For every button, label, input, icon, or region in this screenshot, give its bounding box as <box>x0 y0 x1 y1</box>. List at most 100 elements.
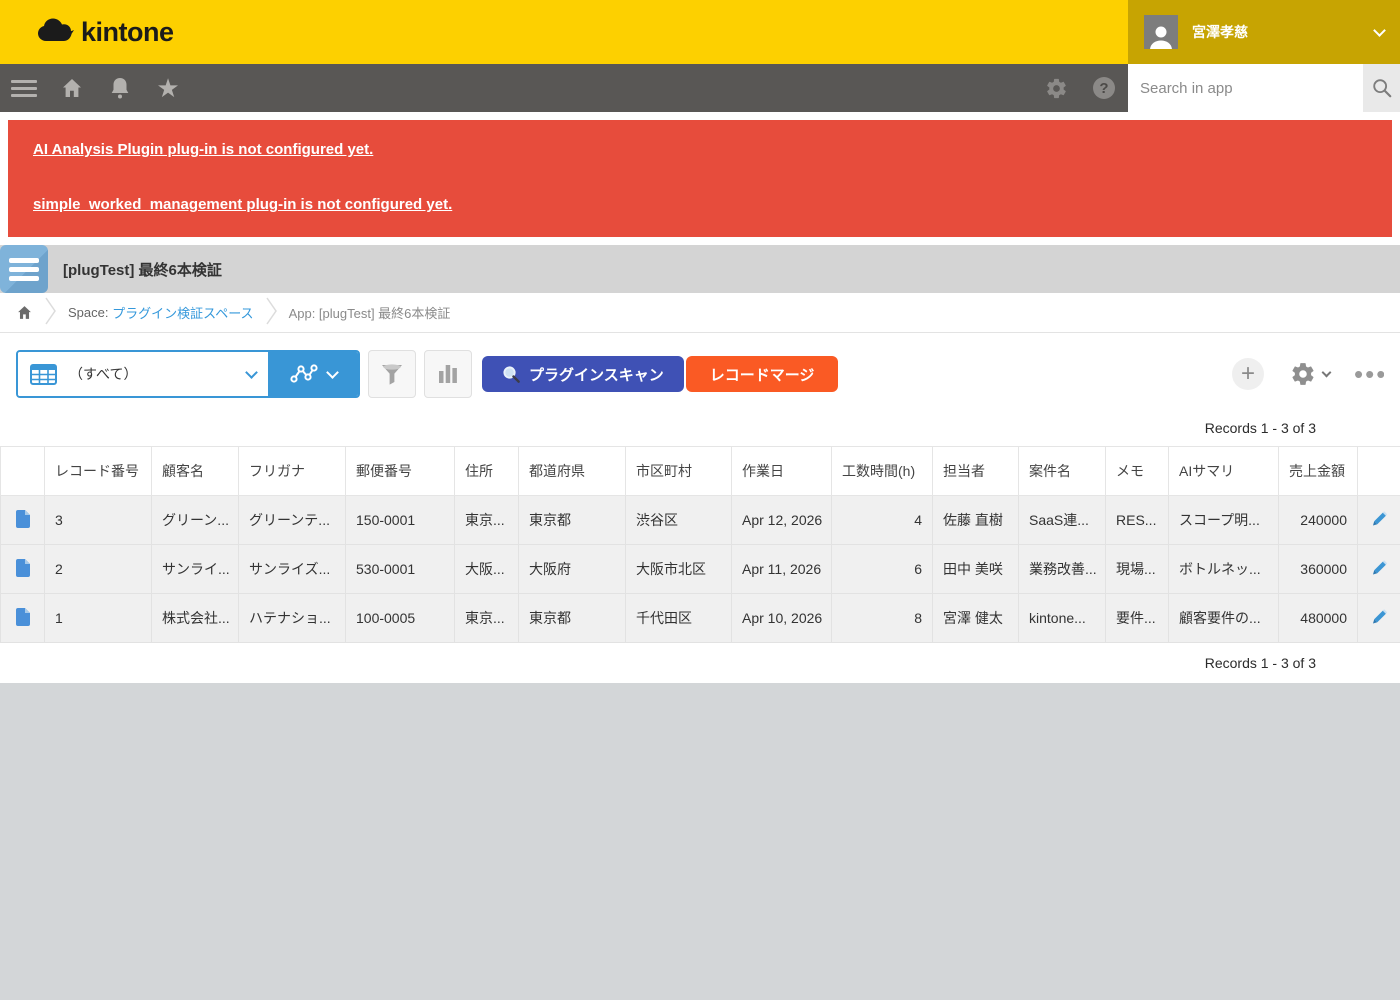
records-count-top: Records 1 - 3 of 3 <box>0 420 1400 436</box>
app-title: [plugTest] 最終6本検証 <box>63 259 222 280</box>
column-header[interactable]: 郵便番号 <box>346 447 455 496</box>
help-button[interactable]: ? <box>1080 64 1128 112</box>
home-button[interactable] <box>48 64 96 112</box>
column-header[interactable]: 市区町村 <box>626 447 732 496</box>
column-header[interactable]: 担当者 <box>933 447 1019 496</box>
cell-sales: 240000 <box>1279 496 1358 545</box>
cell-memo: 要件... <box>1106 594 1169 643</box>
column-header[interactable]: 作業日 <box>732 447 832 496</box>
cell-ai-summary: 顧客要件の... <box>1169 594 1279 643</box>
breadcrumb-space-link[interactable]: プラグイン検証スペース <box>112 303 253 322</box>
plugin-alert-banner: AI Analysis Plugin plug-in is not config… <box>8 120 1392 237</box>
add-record-button[interactable]: + <box>1232 358 1264 390</box>
column-header[interactable]: フリガナ <box>239 447 346 496</box>
cell-address: 大阪... <box>455 545 519 594</box>
cell-sales: 480000 <box>1279 594 1358 643</box>
line-graph-icon <box>289 363 319 385</box>
column-header[interactable]: 顧客名 <box>152 447 239 496</box>
cell-work-date: Apr 11, 2026 <box>732 545 832 594</box>
cell-sales: 360000 <box>1279 545 1358 594</box>
chart-button[interactable] <box>424 350 472 398</box>
app-header: [plugTest] 最終6本検証 <box>0 245 1400 293</box>
cell-city: 大阪市北区 <box>626 545 732 594</box>
column-header[interactable]: 工数時間(h) <box>832 447 933 496</box>
plugin-scan-button[interactable]: プラグインスキャン <box>482 356 684 392</box>
cell-project: kintone... <box>1019 594 1106 643</box>
graph-view-button[interactable] <box>268 352 358 396</box>
user-name: 宮澤孝慈 <box>1192 22 1248 42</box>
records-count-bottom: Records 1 - 3 of 3 <box>0 643 1400 683</box>
view-selector-dropdown[interactable]: （すべて） <box>18 352 268 396</box>
cell-customer: 株式会社... <box>152 594 239 643</box>
column-header-edit-spacer <box>1358 447 1400 496</box>
cell-record-no: 1 <box>45 594 152 643</box>
cell-zip: 530-0001 <box>346 545 455 594</box>
column-header[interactable]: 売上金額 <box>1279 447 1358 496</box>
chevron-down-icon <box>326 366 339 379</box>
pencil-icon <box>1370 558 1389 577</box>
edit-record-button[interactable] <box>1358 496 1400 545</box>
app-settings-button[interactable] <box>1290 361 1330 387</box>
chevron-down-icon <box>1373 24 1386 37</box>
table-row: 2サンライ...サンライズ...530-0001大阪...大阪府大阪市北区Apr… <box>1 545 1400 594</box>
cell-city: 渋谷区 <box>626 496 732 545</box>
breadcrumb-home-button[interactable] <box>16 304 33 321</box>
hamburger-menu-button[interactable] <box>0 64 48 112</box>
column-header[interactable]: AIサマリ <box>1169 447 1279 496</box>
column-header[interactable]: 都道府県 <box>519 447 626 496</box>
search-button[interactable] <box>1363 64 1400 112</box>
cell-person: 佐藤 直樹 <box>933 496 1019 545</box>
cell-pref: 東京都 <box>519 496 626 545</box>
record-merge-button[interactable]: レコードマージ <box>686 356 839 392</box>
cell-ai-summary: スコープ明... <box>1169 496 1279 545</box>
open-record-button[interactable] <box>1 594 45 643</box>
more-options-button[interactable]: ••• <box>1354 364 1384 384</box>
bar-chart-icon <box>437 363 459 385</box>
edit-record-button[interactable] <box>1358 594 1400 643</box>
table-grid-icon <box>30 364 57 385</box>
favorites-button[interactable]: ★ <box>144 64 192 112</box>
filter-button[interactable] <box>368 350 416 398</box>
breadcrumb-separator-icon <box>266 296 277 329</box>
column-header[interactable]: レコード番号 <box>45 447 152 496</box>
cell-record-no: 2 <box>45 545 152 594</box>
top-header-bar: kintone 宮澤孝慈 <box>0 0 1400 64</box>
cell-zip: 100-0005 <box>346 594 455 643</box>
breadcrumb-app-crumb: App: [plugTest] 最終6本検証 <box>289 303 451 322</box>
notifications-button[interactable] <box>96 64 144 112</box>
chevron-down-icon <box>245 366 258 379</box>
table-row: 1株式会社...ハテナショ...100-0005東京...東京都千代田区Apr … <box>1 594 1400 643</box>
home-icon <box>16 304 33 321</box>
column-header[interactable]: 案件名 <box>1019 447 1106 496</box>
records-table: レコード番号顧客名フリガナ郵便番号住所都道府県市区町村作業日工数時間(h)担当者… <box>0 446 1400 643</box>
alert-link-ai-analysis[interactable]: AI Analysis Plugin plug-in is not config… <box>33 141 1367 158</box>
view-selector-group: （すべて） <box>16 350 360 398</box>
document-icon <box>16 608 30 626</box>
column-header[interactable]: 住所 <box>455 447 519 496</box>
global-nav-bar: ★ ? <box>0 64 1400 112</box>
cell-furigana: サンライズ... <box>239 545 346 594</box>
settings-button[interactable] <box>1032 64 1080 112</box>
cell-work-date: Apr 10, 2026 <box>732 594 832 643</box>
alert-link-simple-worked-management[interactable]: simple_worked_management plug-in is not … <box>33 196 1367 213</box>
cell-hours: 6 <box>832 545 933 594</box>
open-record-button[interactable] <box>1 545 45 594</box>
breadcrumb-separator-icon <box>45 296 56 329</box>
table-header-row: レコード番号顧客名フリガナ郵便番号住所都道府県市区町村作業日工数時間(h)担当者… <box>1 447 1400 496</box>
cell-furigana: グリーンテ... <box>239 496 346 545</box>
cell-hours: 4 <box>832 496 933 545</box>
edit-record-button[interactable] <box>1358 545 1400 594</box>
user-menu[interactable]: 宮澤孝慈 <box>1128 0 1400 64</box>
open-record-button[interactable] <box>1 496 45 545</box>
kintone-logo[interactable]: kintone <box>36 0 174 64</box>
search-input[interactable] <box>1128 64 1363 112</box>
cell-project: SaaS連... <box>1019 496 1106 545</box>
cell-address: 東京... <box>455 496 519 545</box>
pencil-icon <box>1370 509 1389 528</box>
cell-hours: 8 <box>832 594 933 643</box>
help-icon: ? <box>1093 77 1115 99</box>
column-header[interactable]: メモ <box>1106 447 1169 496</box>
record-merge-label: レコードマージ <box>710 367 815 384</box>
app-icon[interactable] <box>0 245 48 293</box>
table-row: 3グリーン...グリーンテ...150-0001東京...東京都渋谷区Apr 1… <box>1 496 1400 545</box>
